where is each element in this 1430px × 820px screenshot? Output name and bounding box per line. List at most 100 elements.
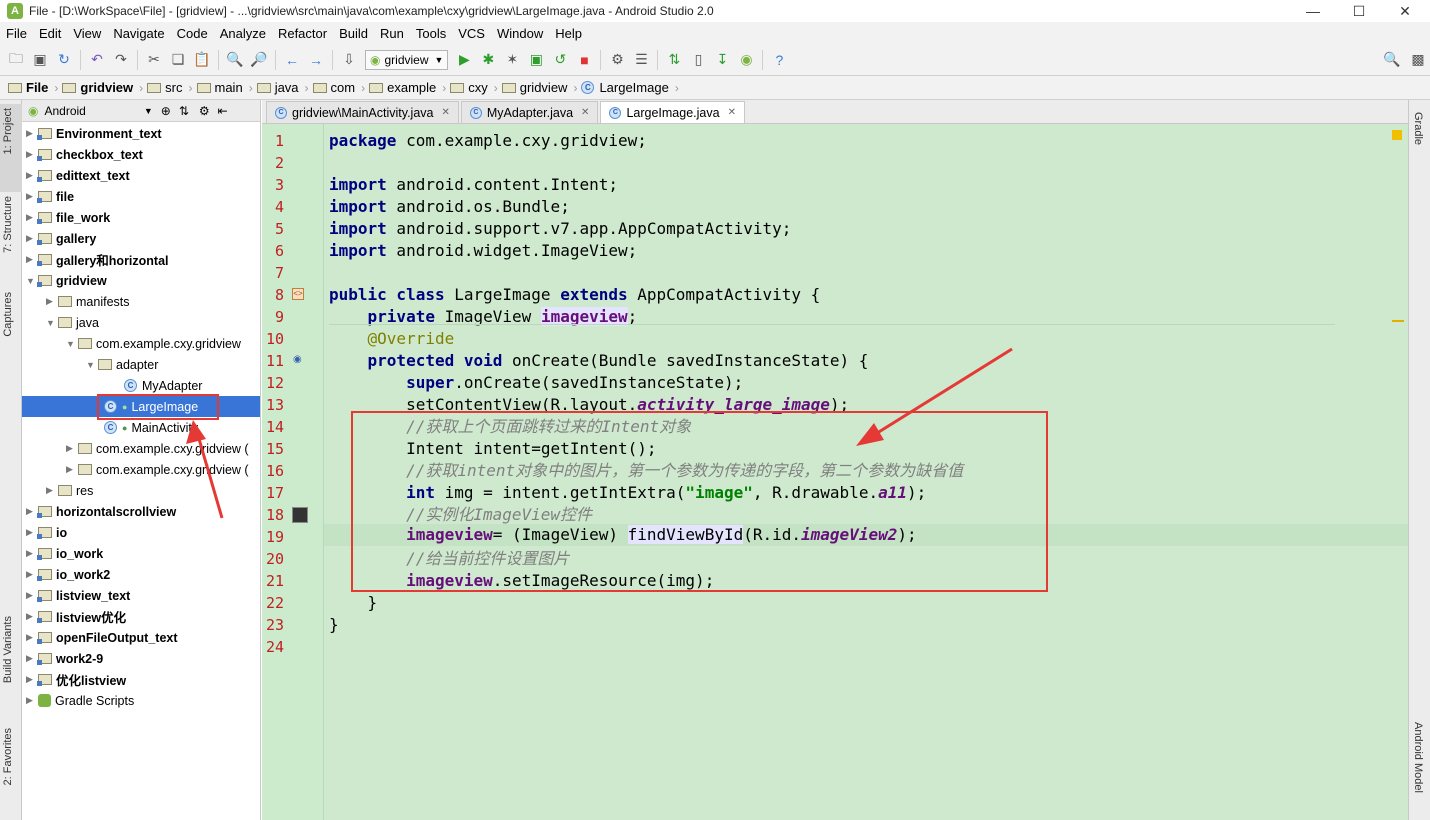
close-icon[interactable]: ✕ bbox=[581, 107, 589, 118]
android-monitor-icon[interactable]: ◉ bbox=[736, 50, 756, 70]
crumb-file[interactable]: File › bbox=[8, 80, 58, 95]
tree-item[interactable]: ▶ 优化listview bbox=[26, 669, 126, 690]
tree-item[interactable]: ▶ io_work2 bbox=[26, 564, 110, 585]
tree-item[interactable]: ▶ gallery和horizontal bbox=[26, 249, 169, 270]
sdk-manager-icon[interactable]: ↧ bbox=[712, 50, 732, 70]
search-everywhere-icon[interactable]: 🔍 bbox=[1382, 50, 1402, 70]
tree-item[interactable]: ▶ listview_text bbox=[26, 585, 130, 606]
image-preview-gutter-icon[interactable] bbox=[292, 507, 308, 523]
hide-panel-icon[interactable]: ⇤ bbox=[218, 104, 228, 118]
menu-vcs[interactable]: VCS bbox=[452, 26, 491, 41]
open-folder-icon[interactable]: 🗀 bbox=[6, 50, 26, 70]
tree-item[interactable]: ▶ listview优化 bbox=[26, 606, 126, 627]
error-stripe-marker[interactable] bbox=[1392, 320, 1404, 322]
tab-structure[interactable]: 7: Structure bbox=[2, 196, 14, 253]
project-view-select[interactable]: Android bbox=[44, 104, 85, 118]
tree-item[interactable]: ▶ work2-9 bbox=[26, 648, 103, 669]
minimize-button[interactable]: — bbox=[1290, 0, 1336, 22]
make-project-icon[interactable]: ⇩ bbox=[339, 50, 359, 70]
tree-item[interactable]: ▶ Gradle Scripts bbox=[26, 690, 134, 711]
tree-item[interactable]: ▼ adapter bbox=[86, 354, 158, 375]
collapse-all-icon[interactable]: ⇅ bbox=[179, 104, 189, 118]
tree-item[interactable]: ▶ io_work bbox=[26, 543, 103, 564]
chevron-down-icon[interactable]: ▼ bbox=[144, 106, 153, 116]
menu-analyze[interactable]: Analyze bbox=[214, 26, 272, 41]
tree-item[interactable]: ▼ gridview bbox=[26, 270, 107, 291]
tab-mainactivity[interactable]: Cgridview\MainActivity.java ✕ bbox=[266, 101, 459, 123]
forward-icon[interactable]: → bbox=[306, 50, 326, 70]
menu-navigate[interactable]: Navigate bbox=[107, 26, 170, 41]
analysis-status-icon[interactable] bbox=[1392, 130, 1402, 140]
redo-icon[interactable]: ↷ bbox=[111, 50, 131, 70]
tree-item[interactable]: ▶ edittext_text bbox=[26, 165, 130, 186]
tree-item[interactable]: ▶ file bbox=[26, 186, 74, 207]
crumb-src[interactable]: src › bbox=[147, 80, 193, 95]
tree-item[interactable]: ▶ io bbox=[26, 522, 67, 543]
tree-item[interactable]: ▶ Environment_text bbox=[26, 123, 162, 144]
menu-help[interactable]: Help bbox=[549, 26, 588, 41]
tree-item[interactable]: ▶ com.example.cxy.gridview ( bbox=[66, 438, 249, 459]
tree-item[interactable]: C MyAdapter bbox=[124, 375, 202, 396]
paste-icon[interactable]: 📋 bbox=[192, 50, 212, 70]
tree-item[interactable]: ▶ checkbox_text bbox=[26, 144, 143, 165]
tree-item[interactable]: ▶ com.example.cxy.gridview ( bbox=[66, 459, 249, 480]
menu-build[interactable]: Build bbox=[333, 26, 374, 41]
crumb-cxy[interactable]: cxy › bbox=[450, 80, 498, 95]
tree-item[interactable]: C ● MainActivity bbox=[104, 417, 198, 438]
crumb-com[interactable]: com › bbox=[312, 80, 365, 95]
menu-run[interactable]: Run bbox=[374, 26, 410, 41]
run-icon[interactable]: ▶ bbox=[454, 50, 474, 70]
tree-item[interactable]: ▶ file_work bbox=[26, 207, 110, 228]
save-icon[interactable]: ▣ bbox=[30, 50, 50, 70]
cut-icon[interactable]: ✂ bbox=[144, 50, 164, 70]
stop-icon[interactable]: ■ bbox=[574, 50, 594, 70]
sync-gradle-icon[interactable]: ⇅ bbox=[664, 50, 684, 70]
crumb-java[interactable]: java › bbox=[256, 80, 309, 95]
apply-changes-icon[interactable]: ↺ bbox=[550, 50, 570, 70]
menu-window[interactable]: Window bbox=[491, 26, 549, 41]
maximize-button[interactable]: ☐ bbox=[1336, 0, 1382, 22]
avd-manager-icon[interactable]: ▯ bbox=[688, 50, 708, 70]
tab-build-variants[interactable]: Build Variants bbox=[2, 616, 14, 683]
close-icon[interactable]: ✕ bbox=[728, 107, 736, 118]
crumb-largeimage[interactable]: C LargeImage › bbox=[581, 80, 679, 95]
class-gutter-icon[interactable]: <> bbox=[292, 288, 304, 300]
debug-icon[interactable]: ✱ bbox=[478, 50, 498, 70]
menu-file[interactable]: File bbox=[0, 26, 33, 41]
tab-android-model[interactable]: Android Model bbox=[1412, 722, 1424, 793]
layout-icon[interactable]: ▩ bbox=[1408, 50, 1428, 70]
help-icon[interactable]: ? bbox=[769, 50, 789, 70]
tree-item[interactable]: ▶ manifests bbox=[46, 291, 130, 312]
scroll-from-source-icon[interactable]: ⊕ bbox=[161, 104, 171, 118]
menu-code[interactable]: Code bbox=[171, 26, 214, 41]
project-structure-icon[interactable]: ⚙ bbox=[607, 50, 627, 70]
tab-myadapter[interactable]: C MyAdapter.java ✕ bbox=[460, 101, 599, 123]
undo-icon[interactable]: ↶ bbox=[87, 50, 107, 70]
close-button[interactable]: ✕ bbox=[1382, 0, 1428, 22]
sync-icon[interactable]: ↻ bbox=[54, 50, 74, 70]
tree-item[interactable]: ▼ java bbox=[46, 312, 99, 333]
tree-item[interactable]: ▶ res bbox=[46, 480, 93, 501]
tab-captures[interactable]: Captures bbox=[2, 292, 14, 337]
crumb-gridview[interactable]: gridview › bbox=[62, 80, 143, 95]
settings-icon[interactable]: ☰ bbox=[631, 50, 651, 70]
crumb-main[interactable]: main › bbox=[196, 80, 253, 95]
crumb-example[interactable]: example › bbox=[369, 80, 446, 95]
find-icon[interactable]: 🔍 bbox=[225, 50, 245, 70]
editor-gutter[interactable]: 1 2 3 4 5 6 7 8 9 10 11 12 13 14 15 16 1… bbox=[262, 124, 345, 820]
gear-icon[interactable]: ⚙ bbox=[199, 104, 210, 118]
tab-gradle[interactable]: Gradle bbox=[1412, 112, 1424, 145]
tree-item[interactable]: ▼ com.example.cxy.gridview bbox=[66, 333, 241, 354]
tree-item[interactable]: ▶ gallery bbox=[26, 228, 96, 249]
replace-icon[interactable]: 🔎 bbox=[249, 50, 269, 70]
tab-largeimage[interactable]: C LargeImage.java ✕ bbox=[600, 101, 745, 123]
menu-refactor[interactable]: Refactor bbox=[272, 26, 333, 41]
back-icon[interactable]: ← bbox=[282, 50, 302, 70]
override-gutter-icon[interactable]: ◉ bbox=[293, 354, 302, 365]
tab-favorites[interactable]: 2: Favorites bbox=[2, 728, 14, 785]
close-icon[interactable]: ✕ bbox=[441, 107, 449, 118]
copy-icon[interactable]: ❏ bbox=[168, 50, 188, 70]
run-configuration-select[interactable]: ◉ gridview ▼ bbox=[365, 49, 449, 70]
attach-debugger-icon[interactable]: ✶ bbox=[502, 50, 522, 70]
tree-item[interactable]: ▶ openFileOutput_text bbox=[26, 627, 178, 648]
